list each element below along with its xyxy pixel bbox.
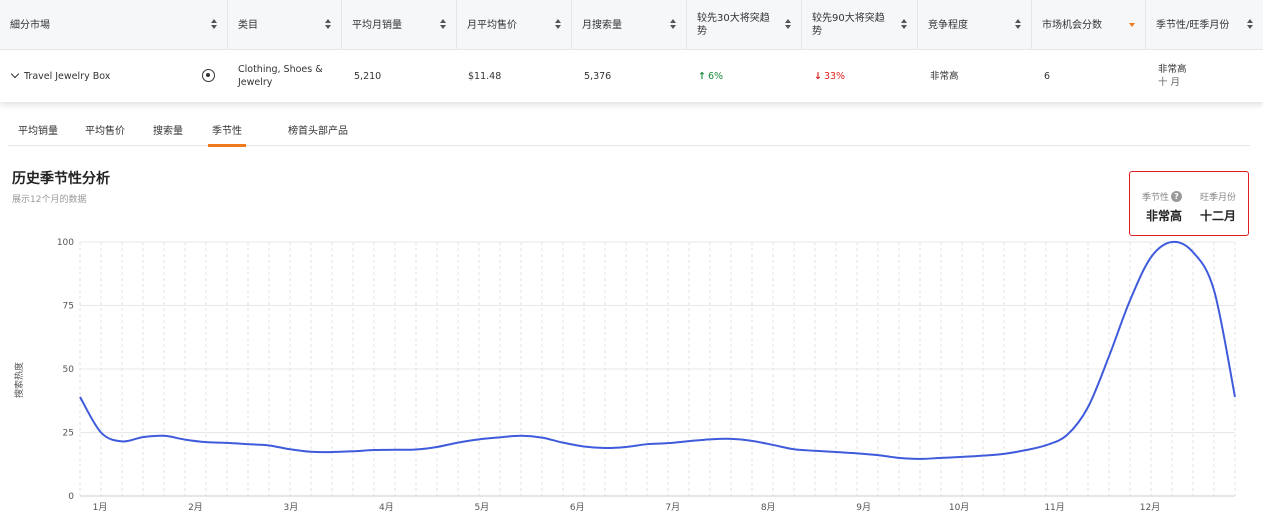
y-tick-label: 50 [63, 365, 75, 375]
header-avg-price[interactable]: 月平均售价 [457, 0, 572, 50]
market-table: 細分市場 类目 平均月销量 月平均售价 月搜索量 较先30大将突趋势 较先90大… [0, 0, 1263, 102]
header-category[interactable]: 类目 [228, 0, 342, 50]
sort-desc-icon[interactable] [1129, 19, 1137, 31]
peak-month-summary-item: 旺季月份 十二月 [1199, 193, 1236, 223]
x-tick-label: 9月 [856, 502, 871, 513]
product-icon[interactable] [202, 69, 215, 82]
header-trend-30[interactable]: 较先30大将突趋势 [687, 0, 802, 50]
sort-icon[interactable] [785, 19, 793, 31]
y-tick-label: 75 [63, 302, 74, 312]
sort-icon[interactable] [555, 19, 563, 31]
avg-price-cell: $11.48 [468, 70, 502, 82]
y-tick-label: 0 [68, 492, 74, 502]
tab-top-products[interactable]: 榜首头部产品 [288, 122, 348, 146]
tab-search-volume[interactable]: 搜索量 [153, 122, 183, 146]
header-niche[interactable]: 細分市場 [0, 0, 228, 50]
seasonality-summary: 季节性? 非常高 旺季月份 十二月 [1129, 171, 1249, 236]
tab-seasonality[interactable]: 季节性 [208, 122, 246, 147]
sort-icon[interactable] [670, 19, 678, 31]
niche-cell[interactable]: Travel Jewelry Box [10, 50, 202, 102]
avg-sales-cell: 5,210 [354, 70, 382, 82]
section-title: 历史季节性分析 [12, 171, 110, 187]
category-cell: Clothing, Shoes & Jewelry [238, 64, 323, 88]
x-tick-label: 7月 [665, 502, 680, 513]
x-tick-label: 11月 [1044, 502, 1064, 513]
header-opportunity-score[interactable]: 市场机会分数 [1032, 0, 1146, 50]
y-tick-label: 100 [57, 238, 74, 248]
sort-icon[interactable] [440, 19, 448, 31]
sort-icon[interactable] [1247, 19, 1255, 31]
arrow-down-icon: ↓ [814, 70, 822, 82]
search-volume-cell: 5,376 [584, 70, 612, 82]
sort-icon[interactable] [1015, 19, 1023, 31]
x-tick-label: 3月 [284, 502, 299, 513]
header-avg-sales[interactable]: 平均月销量 [342, 0, 457, 50]
x-tick-label: 10月 [949, 502, 969, 513]
x-tick-label: 4月 [379, 502, 394, 513]
x-tick-label: 6月 [570, 502, 585, 513]
header-competition[interactable]: 竞争程度 [918, 0, 1032, 50]
section-subtitle: 展示12个月的数据 [12, 195, 87, 205]
table-row[interactable]: Travel Jewelry Box Clothing, Shoes & Jew… [0, 50, 1263, 102]
header-seasonality[interactable]: 季节性/旺季月份 [1146, 0, 1263, 50]
sort-icon[interactable] [901, 19, 909, 31]
question-circle-icon[interactable]: ? [1171, 191, 1182, 202]
arrow-up-icon: ↑ [698, 70, 706, 82]
tab-avg-sales[interactable]: 平均销量 [18, 122, 58, 146]
seasonality-summary-item: 季节性? 非常高 [1141, 191, 1182, 223]
x-tick-label: 5月 [474, 502, 489, 513]
tab-bar: 平均销量 平均售价 搜索量 季节性 榜首头部产品 [8, 118, 1250, 147]
trend-30-cell: ↑ 6% [698, 70, 724, 82]
header-search-volume[interactable]: 月搜索量 [572, 0, 687, 50]
competition-cell: 非常高 [930, 70, 959, 82]
opportunity-score-cell: 6 [1044, 70, 1051, 82]
tab-avg-price[interactable]: 平均售价 [85, 122, 125, 146]
series-line [79, 240, 1236, 460]
x-tick-label: 8月 [761, 502, 776, 513]
header-trend-90[interactable]: 较先90大将突趋势 [802, 0, 918, 50]
chevron-down-icon[interactable] [10, 69, 20, 79]
sort-icon[interactable] [325, 19, 333, 31]
sort-icon[interactable] [211, 19, 219, 31]
seasonality-line-chart: 0 25 50 75 100 1月 2月 3月 4月 5月 6月 7月 8月 9月 10月 11月 12月 [57, 238, 1236, 513]
seasonality-cell: 非常高 十 月 [1158, 64, 1187, 88]
table-header-row: 細分市場 类目 平均月销量 月平均售价 月搜索量 较先30大将突趋势 较先90大… [0, 0, 1263, 50]
x-tick-label: 1月 [93, 502, 108, 513]
trend-90-cell: ↓ 33% [814, 70, 846, 82]
x-tick-label: 2月 [188, 502, 203, 513]
y-tick-label: 25 [63, 429, 74, 439]
x-tick-label: 12月 [1140, 502, 1160, 513]
